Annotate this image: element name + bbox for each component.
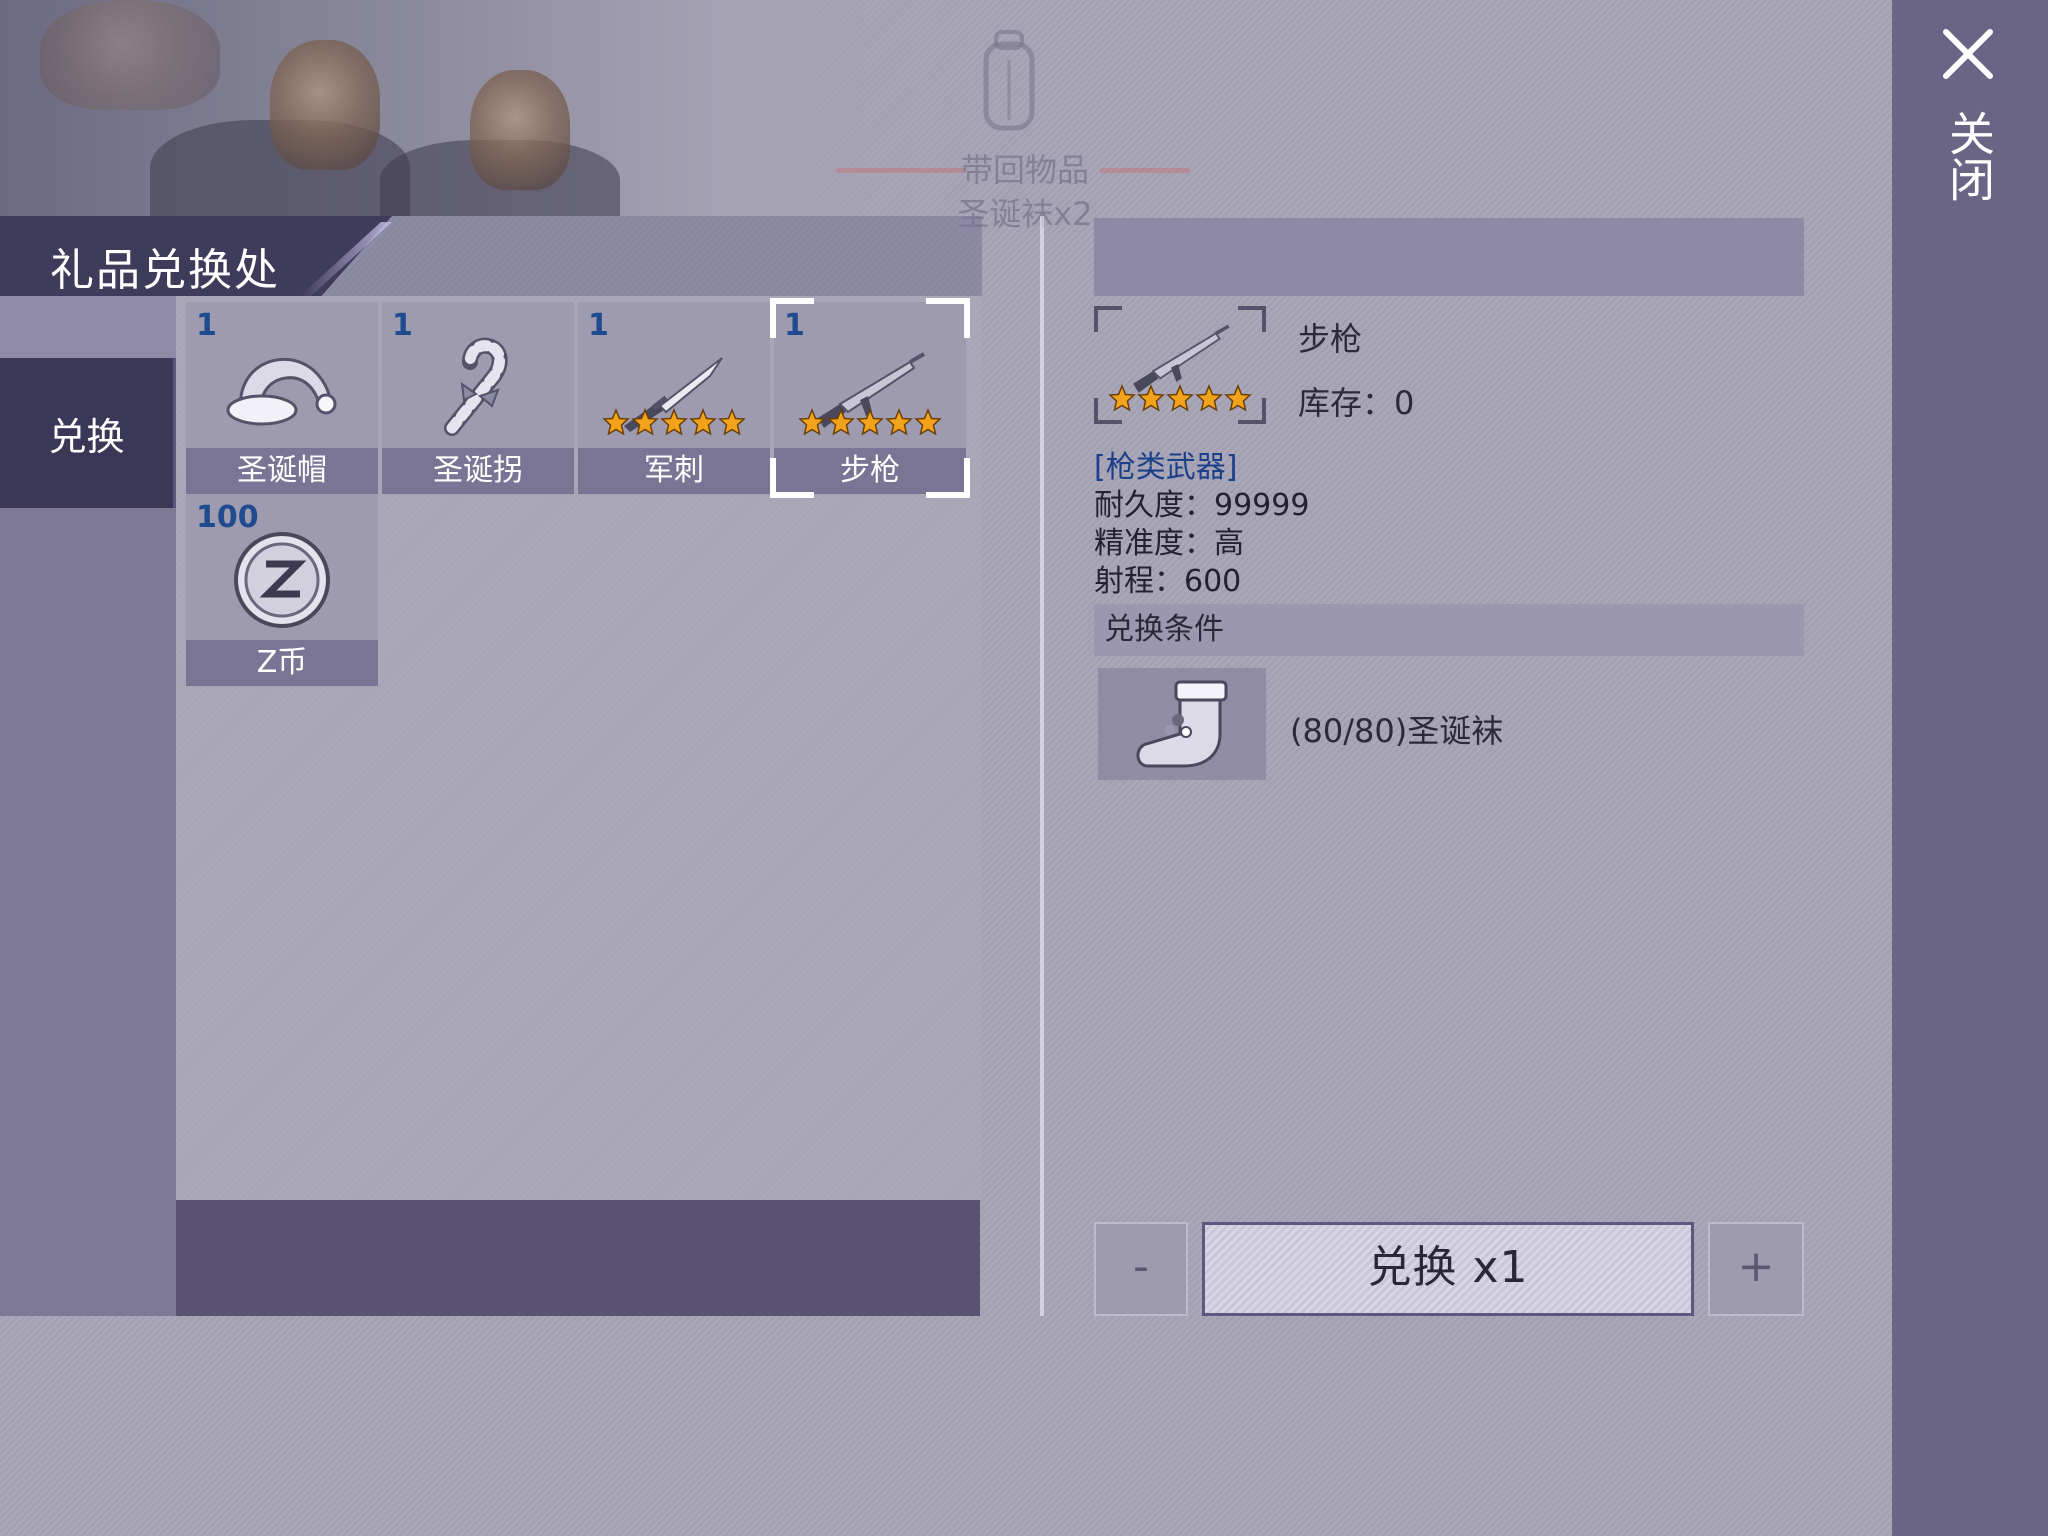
- rating-stars: [602, 408, 746, 436]
- item-name: Z币: [186, 640, 378, 686]
- item-rifle[interactable]: 1 步枪: [770, 298, 970, 498]
- item-name: 圣诞拐: [382, 448, 574, 494]
- backpack-icon: [983, 30, 1035, 131]
- stat-range: 射程：600: [1094, 564, 1242, 599]
- stock-value: 0: [1394, 384, 1415, 422]
- close-label[interactable]: 关闭: [1936, 110, 1996, 202]
- detail-item-name: 步枪: [1298, 320, 1363, 358]
- item-z-coin[interactable]: 100 Z币: [186, 494, 378, 686]
- item-qty: 1: [392, 308, 413, 343]
- selection-corner: [770, 458, 814, 498]
- selection-corner: [770, 298, 814, 338]
- tab-exchange[interactable]: 兑换: [0, 358, 176, 508]
- item-candy-cane[interactable]: 1 圣诞拐: [382, 302, 574, 494]
- panel-divider: [1040, 216, 1044, 1316]
- item-qty: 1: [196, 308, 217, 343]
- detail-item-image: [1094, 306, 1266, 424]
- stock-label: 库存：: [1298, 384, 1395, 422]
- candy-cane-icon: [444, 337, 508, 436]
- banner-artwork: [0, 0, 1040, 216]
- tab-exchange-label: 兑换: [48, 414, 125, 459]
- item-name: 圣诞帽: [186, 448, 378, 494]
- z-coin-icon: [234, 532, 330, 628]
- detail-stock: 库存：0: [1298, 378, 1414, 424]
- frame-corner: [1094, 306, 1122, 332]
- close-icon[interactable]: [1940, 26, 1996, 82]
- rating-stars: [1108, 384, 1252, 412]
- item-name: 军刺: [578, 448, 770, 494]
- condition-item-box[interactable]: [1098, 668, 1266, 780]
- frame-corner: [1238, 306, 1266, 332]
- condition-header: 兑换条件: [1094, 604, 1804, 656]
- item-bayonet[interactable]: 1 军刺: [578, 302, 770, 494]
- grid-footer: [176, 1200, 980, 1316]
- close-strip[interactable]: [1892, 0, 2048, 1536]
- condition-text: (80/80)圣诞袜: [1290, 712, 1504, 750]
- exchange-button[interactable]: 兑换 x1: [1202, 1222, 1694, 1316]
- item-qty: 1: [588, 308, 609, 343]
- detail-header: [1094, 218, 1804, 296]
- selection-corner: [926, 458, 970, 498]
- santa-hat-icon: [226, 357, 337, 426]
- rating-stars: [798, 408, 942, 436]
- selection-corner: [926, 298, 970, 338]
- increase-button[interactable]: +: [1708, 1222, 1804, 1316]
- item-santa-hat[interactable]: 1 圣诞帽: [186, 302, 378, 494]
- banner-line-1: 带回物品: [960, 151, 1089, 189]
- page-title: 礼品兑换处: [50, 245, 280, 296]
- sidebar-spacer: [0, 296, 176, 358]
- decrease-button[interactable]: -: [1094, 1222, 1188, 1316]
- christmas-stocking-icon: [1136, 680, 1228, 768]
